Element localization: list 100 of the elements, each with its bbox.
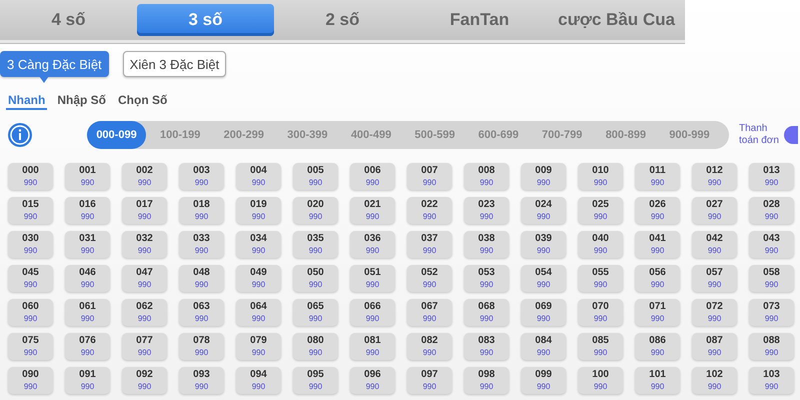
number-cell[interactable]: 035 990: [293, 231, 338, 258]
number-cell[interactable]: 000 990: [8, 163, 53, 190]
number-cell[interactable]: 002 990: [122, 163, 167, 190]
number-cell[interactable]: 046 990: [65, 265, 110, 292]
number-cell[interactable]: 058 990: [749, 265, 794, 292]
number-cell[interactable]: 022 990: [407, 197, 452, 224]
number-cell[interactable]: 049 990: [236, 265, 281, 292]
number-cell[interactable]: 073 990: [749, 299, 794, 326]
number-cell[interactable]: 011 990: [635, 163, 680, 190]
number-cell[interactable]: 090 990: [8, 367, 53, 394]
number-cell[interactable]: 077 990: [122, 333, 167, 360]
number-cell[interactable]: 095 990: [293, 367, 338, 394]
number-cell[interactable]: 100 990: [578, 367, 623, 394]
number-cell[interactable]: 023 990: [464, 197, 509, 224]
number-cell[interactable]: 099 990: [521, 367, 566, 394]
number-cell[interactable]: 007 990: [407, 163, 452, 190]
number-cell[interactable]: 031 990: [65, 231, 110, 258]
number-cell[interactable]: 088 990: [749, 333, 794, 360]
number-cell[interactable]: 004 990: [236, 163, 281, 190]
number-cell[interactable]: 093 990: [179, 367, 224, 394]
number-cell[interactable]: 038 990: [464, 231, 509, 258]
number-cell[interactable]: 026 990: [635, 197, 680, 224]
number-cell[interactable]: 071 990: [635, 299, 680, 326]
number-cell[interactable]: 062 990: [122, 299, 167, 326]
number-cell[interactable]: 053 990: [464, 265, 509, 292]
number-cell[interactable]: 063 990: [179, 299, 224, 326]
number-cell[interactable]: 003 990: [179, 163, 224, 190]
number-cell[interactable]: 072 990: [692, 299, 737, 326]
number-cell[interactable]: 042 990: [692, 231, 737, 258]
number-cell[interactable]: 054 990: [521, 265, 566, 292]
number-cell[interactable]: 018 990: [179, 197, 224, 224]
number-cell[interactable]: 060 990: [8, 299, 53, 326]
number-cell[interactable]: 080 990: [293, 333, 338, 360]
info-icon[interactable]: [7, 122, 33, 148]
number-cell[interactable]: 033 990: [179, 231, 224, 258]
number-cell[interactable]: 032 990: [122, 231, 167, 258]
number-cell[interactable]: 096 990: [350, 367, 395, 394]
number-cell[interactable]: 005 990: [293, 163, 338, 190]
number-cell[interactable]: 092 990: [122, 367, 167, 394]
mode-tab[interactable]: Chọn Số: [116, 93, 170, 110]
number-cell[interactable]: 051 990: [350, 265, 395, 292]
number-cell[interactable]: 070 990: [578, 299, 623, 326]
mode-tab[interactable]: Nhập Số: [55, 93, 108, 110]
number-cell[interactable]: 009 990: [521, 163, 566, 190]
number-cell[interactable]: 098 990: [464, 367, 509, 394]
number-cell[interactable]: 102 990: [692, 367, 737, 394]
mode-tab[interactable]: Nhanh: [6, 93, 48, 110]
number-cell[interactable]: 076 990: [65, 333, 110, 360]
number-cell[interactable]: 066 990: [350, 299, 395, 326]
number-cell[interactable]: 078 990: [179, 333, 224, 360]
number-cell[interactable]: 075 990: [8, 333, 53, 360]
number-cell[interactable]: 039 990: [521, 231, 566, 258]
number-cell[interactable]: 079 990: [236, 333, 281, 360]
number-cell[interactable]: 010 990: [578, 163, 623, 190]
number-cell[interactable]: 094 990: [236, 367, 281, 394]
number-cell[interactable]: 061 990: [65, 299, 110, 326]
game-tab[interactable]: 4 số: [0, 4, 137, 36]
number-cell[interactable]: 057 990: [692, 265, 737, 292]
number-cell[interactable]: 012 990: [692, 163, 737, 190]
number-cell[interactable]: 015 990: [8, 197, 53, 224]
number-cell[interactable]: 050 990: [293, 265, 338, 292]
number-cell[interactable]: 043 990: [749, 231, 794, 258]
range-tab[interactable]: 000-099: [87, 121, 146, 149]
bet-type-tab[interactable]: Xiên 3 Đặc Biệt: [122, 51, 226, 77]
number-cell[interactable]: 056 990: [635, 265, 680, 292]
number-cell[interactable]: 064 990: [236, 299, 281, 326]
number-cell[interactable]: 034 990: [236, 231, 281, 258]
number-cell[interactable]: 067 990: [407, 299, 452, 326]
number-cell[interactable]: 037 990: [407, 231, 452, 258]
number-cell[interactable]: 101 990: [635, 367, 680, 394]
number-cell[interactable]: 019 990: [236, 197, 281, 224]
number-cell[interactable]: 001 990: [65, 163, 110, 190]
number-cell[interactable]: 068 990: [464, 299, 509, 326]
game-tab[interactable]: 2 số: [274, 4, 411, 36]
number-cell[interactable]: 040 990: [578, 231, 623, 258]
number-cell[interactable]: 021 990: [350, 197, 395, 224]
number-cell[interactable]: 087 990: [692, 333, 737, 360]
toggle-switch[interactable]: [784, 126, 798, 144]
number-cell[interactable]: 086 990: [635, 333, 680, 360]
number-cell[interactable]: 045 990: [8, 265, 53, 292]
number-cell[interactable]: 006 990: [350, 163, 395, 190]
number-cell[interactable]: 097 990: [407, 367, 452, 394]
number-cell[interactable]: 103 990: [749, 367, 794, 394]
number-cell[interactable]: 048 990: [179, 265, 224, 292]
number-cell[interactable]: 017 990: [122, 197, 167, 224]
number-cell[interactable]: 008 990: [464, 163, 509, 190]
number-cell[interactable]: 083 990: [464, 333, 509, 360]
number-cell[interactable]: 041 990: [635, 231, 680, 258]
number-cell[interactable]: 055 990: [578, 265, 623, 292]
number-cell[interactable]: 065 990: [293, 299, 338, 326]
number-cell[interactable]: 028 990: [749, 197, 794, 224]
game-tab[interactable]: FanTan: [411, 4, 548, 36]
number-cell[interactable]: 082 990: [407, 333, 452, 360]
number-cell[interactable]: 069 990: [521, 299, 566, 326]
number-cell[interactable]: 052 990: [407, 265, 452, 292]
number-cell[interactable]: 020 990: [293, 197, 338, 224]
number-cell[interactable]: 024 990: [521, 197, 566, 224]
number-cell[interactable]: 025 990: [578, 197, 623, 224]
number-cell[interactable]: 036 990: [350, 231, 395, 258]
number-cell[interactable]: 013 990: [749, 163, 794, 190]
